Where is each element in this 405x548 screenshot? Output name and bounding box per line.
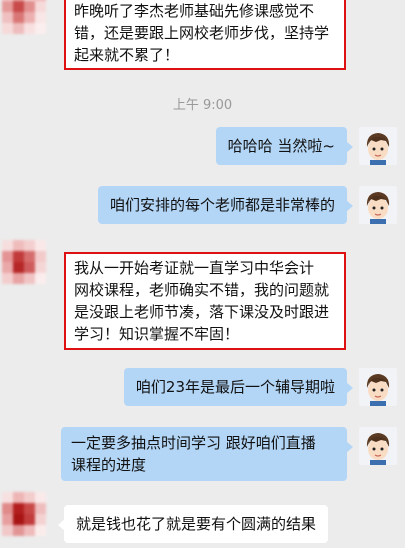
message-text: 咱们23年是最后一个辅导期啦 bbox=[135, 378, 335, 396]
message-line: 学习！知识掌握不牢固！ bbox=[74, 325, 240, 343]
self-avatar[interactable] bbox=[359, 127, 397, 165]
self-avatar[interactable] bbox=[359, 368, 397, 406]
message-line: 我从一开始考证就一直学习中华会计 bbox=[74, 259, 315, 277]
message-line: 起来就不累了！ bbox=[74, 46, 180, 64]
sender-avatar[interactable] bbox=[2, 240, 46, 284]
message-line: 是没跟上老师节凑，落下课没及时跟进 bbox=[74, 303, 330, 321]
message-bubble-incoming[interactable]: 我从一开始考证就一直学习中华会计 网校课程，老师确实不错，我的问题就 是没跟上老… bbox=[64, 252, 346, 350]
message-bubble-outgoing[interactable]: 一定要多抽点时间学习 跟好咱们直播 课程的进度 bbox=[61, 427, 353, 481]
message-bubble-outgoing[interactable]: 哈哈哈 当然啦~ bbox=[215, 127, 354, 165]
message-bubble-incoming[interactable]: 就是钱也花了就是要有个圆满的结果 bbox=[57, 505, 329, 543]
sender-avatar[interactable] bbox=[2, 492, 46, 536]
cartoon-boy-avatar-icon bbox=[359, 368, 397, 406]
message-text: 就是钱也花了就是要有个圆满的结果 bbox=[76, 515, 317, 533]
message-bubble-outgoing[interactable]: 咱们安排的每个老师都是非常棒的 bbox=[97, 186, 354, 224]
time-divider: 上午 9:00 bbox=[172, 98, 233, 113]
cartoon-boy-avatar-icon bbox=[359, 427, 397, 465]
message-line: 错，还是要跟上网校老师步伐，坚持学 bbox=[74, 24, 330, 42]
message-line: 昨晚听了李杰老师基础先修课感觉不 bbox=[74, 2, 315, 20]
message-line: 课程的进度 bbox=[71, 456, 147, 474]
self-avatar[interactable] bbox=[359, 186, 397, 224]
cartoon-boy-avatar-icon bbox=[359, 186, 397, 224]
message-line: 一定要多抽点时间学习 跟好咱们直播 bbox=[71, 434, 316, 452]
cartoon-boy-avatar-icon bbox=[359, 127, 397, 165]
sender-avatar[interactable] bbox=[2, 0, 46, 34]
message-line: 网校课程，老师确实不错，我的问题就 bbox=[74, 281, 330, 299]
message-bubble-incoming[interactable]: 昨晚听了李杰老师基础先修课感觉不 错，还是要跟上网校老师步伐，坚持学 起来就不累… bbox=[64, 0, 346, 70]
self-avatar[interactable] bbox=[359, 427, 397, 465]
message-text: 咱们安排的每个老师都是非常棒的 bbox=[109, 196, 335, 214]
message-bubble-outgoing[interactable]: 咱们23年是最后一个辅导期啦 bbox=[123, 368, 354, 406]
message-text: 哈哈哈 当然啦~ bbox=[227, 137, 335, 155]
